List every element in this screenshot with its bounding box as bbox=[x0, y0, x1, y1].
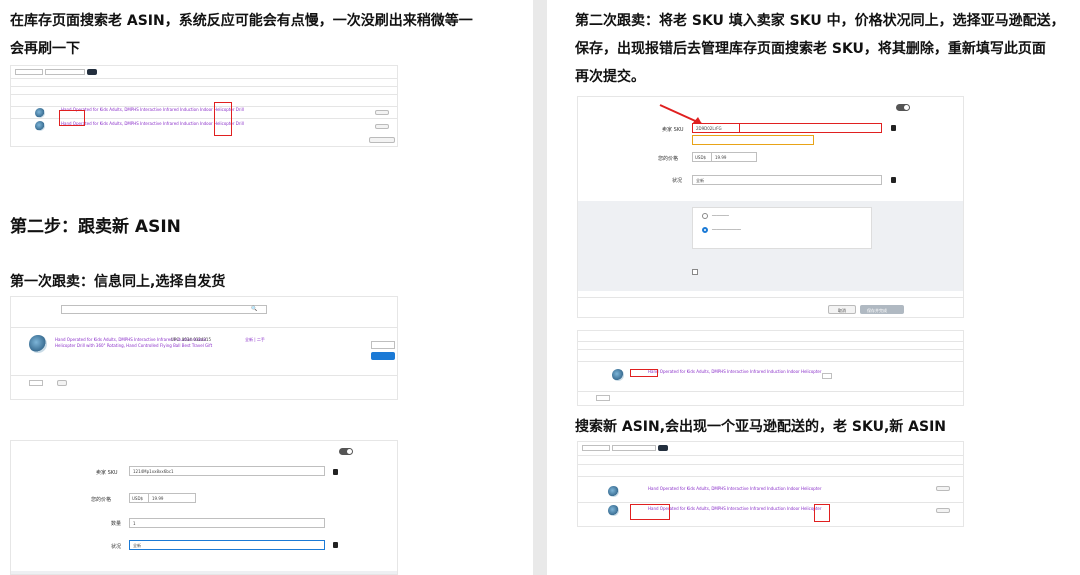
condition-value: 全新 bbox=[133, 543, 141, 548]
highlight-box-quantity bbox=[214, 102, 232, 136]
go-button-mini bbox=[57, 380, 67, 386]
quantity-field: 1 bbox=[129, 518, 325, 528]
condition-link: 全新 | 二手 bbox=[245, 337, 265, 342]
edit-button-mini bbox=[936, 486, 950, 491]
search-button-mini bbox=[87, 69, 97, 75]
lock-icon bbox=[333, 469, 338, 475]
lock-icon bbox=[891, 177, 896, 183]
condition-value: 全新 bbox=[696, 178, 704, 183]
search-input-mini bbox=[45, 69, 85, 75]
checkbox-option bbox=[692, 269, 698, 275]
search-scope-select bbox=[15, 69, 43, 75]
seller-sku-value: 1214Mp1xx8xx6bc1 bbox=[133, 469, 174, 474]
inventory-old-sku-screenshot: Hand Operated for Kids Adults, DMPHS Int… bbox=[577, 330, 964, 406]
price-field: 19.99 bbox=[148, 493, 196, 503]
product-link-line: Hand Operated for Kids Adults, DMPHS Int… bbox=[648, 369, 822, 374]
product-thumbnail bbox=[29, 335, 47, 353]
currency-box: USD$ bbox=[129, 493, 149, 503]
search-button-mini bbox=[658, 445, 668, 451]
lock-icon bbox=[891, 125, 896, 131]
price-value: 19.99 bbox=[715, 155, 727, 160]
edit-button-mini bbox=[936, 508, 950, 513]
price-field: 19.99 bbox=[711, 152, 757, 162]
price-value: 19.99 bbox=[152, 496, 164, 501]
highlight-box-sku bbox=[59, 110, 85, 126]
advanced-view-toggle bbox=[896, 104, 910, 111]
seller-sku-field: 1214Mp1xx8xx6bc1 bbox=[129, 466, 325, 476]
currency-text: USD$ bbox=[695, 155, 707, 160]
cancel-button-mini: 取消 bbox=[828, 305, 856, 314]
condition-label: 状况 bbox=[111, 544, 122, 550]
edit-button-mini bbox=[375, 124, 389, 129]
step-2-heading: 第二步：跟卖新 ASIN bbox=[10, 217, 181, 237]
advanced-view-toggle bbox=[339, 448, 353, 455]
highlight-box-old-sku bbox=[630, 369, 658, 377]
lock-icon bbox=[333, 542, 338, 548]
page-number-mini bbox=[29, 380, 43, 386]
radio-merchant-fulfilled bbox=[702, 213, 708, 219]
price-label: 您的价格 bbox=[91, 497, 112, 503]
search-new-asin-screenshot: Hand Operated for Kids Adults, DMPHS Int… bbox=[577, 441, 964, 527]
currency-box: USD$ bbox=[692, 152, 712, 162]
page-gap bbox=[533, 0, 547, 575]
bulk-action-mini bbox=[369, 137, 395, 143]
save-label: 保存并完成 bbox=[867, 308, 887, 313]
inventory-search-screenshot: Hand Operated for Kids Adults, DMPHS Int… bbox=[10, 65, 398, 147]
condition-select: 全新 bbox=[692, 175, 882, 185]
seller-sku-label: 卖家 SKU bbox=[96, 470, 118, 476]
currency-text: USD$ bbox=[132, 496, 144, 501]
product-thumbnail bbox=[612, 369, 624, 381]
second-follow-line-1: 第二次跟卖：将老 SKU 填入卖家 SKU 中，价格状况同上，选择亚马逊配送， bbox=[575, 13, 1065, 29]
condition-select-mini bbox=[371, 341, 395, 349]
product-link-line: Hand Operated for Kids Adults, DMPHS Int… bbox=[648, 486, 822, 491]
search-result-heading: 搜索新 ASIN,会出现一个亚马逊配送的，老 SKU,新 ASIN bbox=[575, 419, 946, 435]
quantity-mini bbox=[822, 373, 832, 379]
product-link-line: Helicopter Drill with 360° Rotating, Han… bbox=[55, 343, 213, 348]
second-follow-line-3: 再次提交。 bbox=[575, 69, 645, 85]
quantity-label: 数量 bbox=[111, 521, 122, 527]
search-scope-select bbox=[582, 445, 610, 451]
upc-line: UPC: 0034 0324315 bbox=[171, 337, 212, 342]
offer-form-screenshot-2: 卖家 SKU 2D9D02LrFG 您的价格 USD$ 19.99 状况 全新 … bbox=[577, 96, 964, 318]
price-label: 您的价格 bbox=[658, 156, 679, 162]
product-thumbnail bbox=[35, 121, 45, 131]
intro-line-1: 在库存页面搜索老 ASIN，系统反应可能会有点慢，一次没刷出来稍微等一 bbox=[10, 13, 473, 29]
sell-button-mini bbox=[371, 352, 395, 360]
cancel-label: 取消 bbox=[838, 308, 846, 313]
offer-form-screenshot-1: 卖家 SKU 1214Mp1xx8xx6bc1 您的价格 USD$ 19.99 … bbox=[10, 440, 398, 575]
product-thumbnail bbox=[608, 505, 619, 516]
document-page-left: 在库存页面搜索老 ASIN，系统反应可能会有点慢，一次没刷出来稍微等一 会再刷一… bbox=[0, 0, 533, 575]
document-page-right: 第二次跟卖：将老 SKU 填入卖家 SKU 中，价格状况同上，选择亚马逊配送， … bbox=[547, 0, 1080, 575]
asin-search-input-mini bbox=[61, 305, 267, 314]
condition-label: 状况 bbox=[672, 178, 683, 184]
edit-button-mini bbox=[375, 110, 389, 115]
product-thumbnail bbox=[608, 486, 619, 497]
add-offer-screenshot: 🔍 Hand Operated for Kids Adults, DMPHS I… bbox=[10, 296, 398, 400]
save-button-mini: 保存并完成 bbox=[860, 305, 904, 314]
highlight-box-sku bbox=[692, 123, 740, 133]
product-link-line: Hand Operated for Kids Adults, DMPHS Int… bbox=[648, 506, 822, 511]
second-follow-line-2: 保存，出现报错后去管理库存页面搜索老 SKU，将其删除，重新填写此页面 bbox=[575, 41, 1046, 57]
quantity-value: 1 bbox=[133, 521, 136, 526]
condition-select: 全新 bbox=[129, 540, 325, 550]
seller-sku-label: 卖家 SKU bbox=[662, 127, 684, 133]
highlight-box-fba bbox=[814, 504, 830, 522]
radio-fba-selected bbox=[702, 227, 708, 233]
first-follow-heading: 第一次跟卖：信息同上,选择自发货 bbox=[10, 274, 226, 290]
sku-error-box bbox=[692, 135, 814, 145]
search-input-mini bbox=[612, 445, 656, 451]
highlight-box-sku-asin bbox=[630, 504, 670, 520]
product-thumbnail bbox=[35, 108, 45, 118]
page-number-mini bbox=[596, 395, 610, 401]
intro-line-2: 会再刷一下 bbox=[10, 41, 80, 57]
